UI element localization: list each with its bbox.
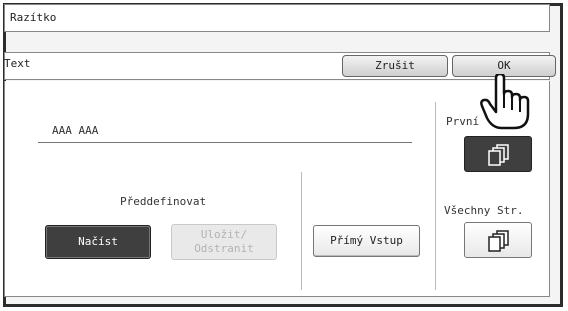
first-page-label: První: [446, 115, 480, 128]
stamp-text-value[interactable]: AAA AAA: [52, 124, 98, 137]
cancel-button[interactable]: Zrušit: [342, 55, 448, 77]
main-panel: [4, 81, 550, 297]
divider-right: [435, 102, 436, 290]
direct-input-button[interactable]: Přímý Vstup: [313, 225, 420, 257]
screen-title: Razítko: [10, 11, 57, 24]
predefined-heading: Předdefinovat: [120, 195, 207, 208]
all-pages-button[interactable]: [464, 222, 532, 258]
title-bar: Razítko: [4, 4, 550, 32]
first-page-button[interactable]: [464, 136, 532, 172]
save-delete-button[interactable]: Uložit/ Odstranit: [171, 224, 277, 260]
load-button[interactable]: Načíst: [45, 225, 151, 259]
text-field-underline: [38, 142, 412, 143]
save-delete-label-line2: Odstranit: [194, 242, 254, 255]
save-delete-label-line1: Uložit/: [200, 228, 248, 241]
section-label: Text: [4, 57, 31, 70]
all-pages-label: Všechny Str.: [444, 204, 524, 217]
divider-left: [301, 172, 302, 290]
pages-stack-icon: [488, 230, 509, 252]
pages-stack-icon: [488, 144, 509, 166]
hand-pointer-icon: [480, 74, 530, 130]
